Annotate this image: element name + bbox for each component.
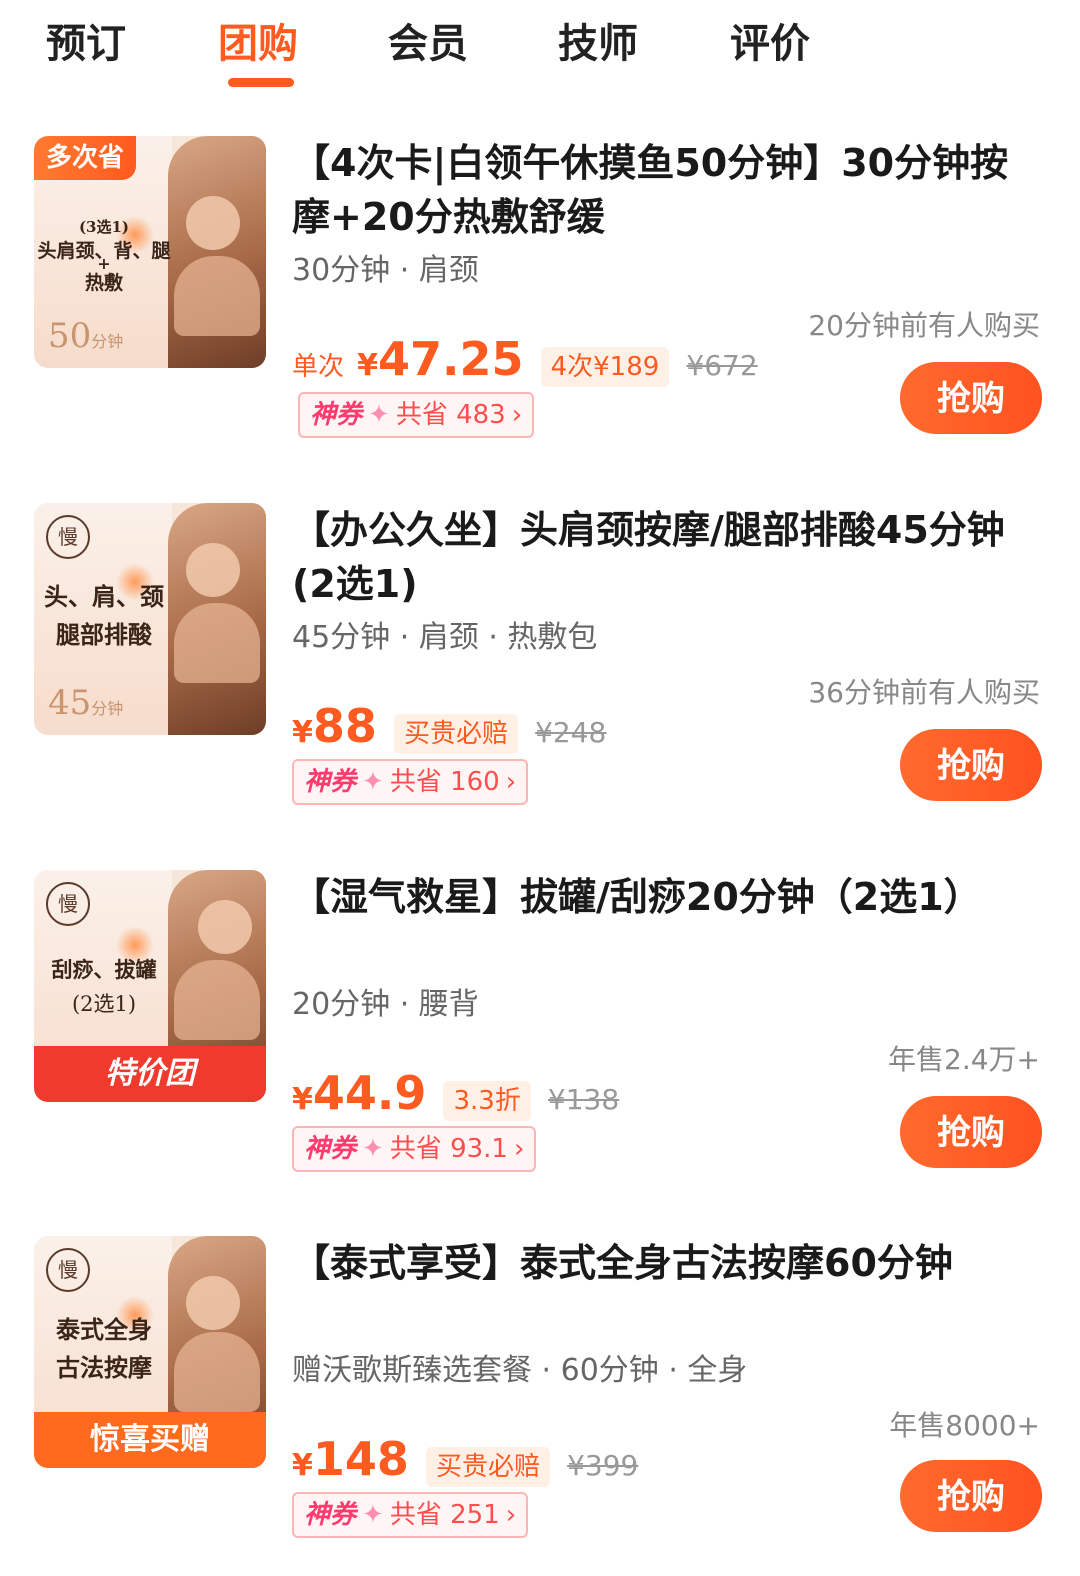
- coupon-badge[interactable]: 神券 ✦ 共省 93.1 ›: [292, 1126, 537, 1172]
- price-tag: 4次¥189: [540, 347, 670, 387]
- deal-card[interactable]: 慢 泰式全身 古法按摩 惊喜买赠 【泰式享受】泰式全身古法按摩60分钟 赠沃歌斯…: [0, 1236, 1080, 1576]
- chevron-right-icon: ›: [513, 1134, 525, 1164]
- thumb-caption: 刮痧、拔罐: [51, 957, 157, 982]
- buy-button[interactable]: 抢购: [900, 1096, 1042, 1168]
- current-price: ¥88: [292, 699, 377, 753]
- sparkle-icon: ✦: [362, 1500, 384, 1530]
- discount-tag: 3.3折: [443, 1081, 531, 1121]
- sparkle-icon: ✦: [362, 1134, 384, 1164]
- deal-thumbnail: 多次省 (3选1) 头肩颈、背、腿 + 热敷 50分钟: [34, 136, 266, 368]
- coupon-savings: 共省 483: [395, 400, 506, 430]
- chevron-right-icon: ›: [505, 767, 517, 797]
- deal-thumbnail: 慢 泰式全身 古法按摩 惊喜买赠: [34, 1236, 266, 1468]
- tab-bar: 预订 团购 会员 技师 评价: [0, 0, 1080, 100]
- deal-title[interactable]: 【办公久坐】头肩颈按摩/腿部排酸45分钟(2选1): [292, 503, 1032, 611]
- deal-title[interactable]: 【湿气救星】拔罐/刮痧20分钟（2选1）: [292, 870, 1032, 924]
- tab-membership[interactable]: 会员: [388, 18, 468, 70]
- buy-button[interactable]: 抢购: [900, 1460, 1042, 1532]
- original-price: ¥399: [567, 1449, 639, 1482]
- deal-thumbnail: 慢 头、肩、颈 腿部排酸 45分钟: [34, 503, 266, 735]
- sparkle-icon: ✦: [368, 400, 390, 430]
- brand-logo: 慢: [46, 1248, 90, 1292]
- deal-subtitle: 20分钟 · 腰背: [292, 987, 479, 1022]
- current-price: ¥148: [292, 1432, 409, 1486]
- price-row: ¥148 买贵必赔 ¥399: [292, 1432, 638, 1488]
- deal-card[interactable]: 慢 头、肩、颈 腿部排酸 45分钟 【办公久坐】头肩颈按摩/腿部排酸45分钟(2…: [0, 503, 1080, 843]
- recent-purchase-text: 20分钟前有人购买: [808, 309, 1040, 342]
- thumb-caption: 头、肩、颈: [44, 582, 164, 611]
- sparkle-icon: ✦: [362, 767, 384, 797]
- massage-photo: [168, 503, 266, 735]
- price-row: 单次 ¥47.25 4次¥189 ¥672: [292, 332, 758, 388]
- buy-button[interactable]: 抢购: [900, 729, 1042, 801]
- deal-card[interactable]: 多次省 (3选1) 头肩颈、背、腿 + 热敷 50分钟 【4次卡|白领午休摸鱼5…: [0, 136, 1080, 476]
- original-price: ¥672: [686, 349, 758, 382]
- coupon-savings: 共省 251: [389, 1500, 500, 1530]
- coupon-label: 神券: [304, 1500, 357, 1530]
- coupon-label: 神券: [304, 767, 357, 797]
- deal-title[interactable]: 【4次卡|白领午休摸鱼50分钟】30分钟按摩+20分热敷舒缓: [292, 136, 1032, 244]
- deal-card[interactable]: 慢 刮痧、拔罐 (2选1) 特价团 【湿气救星】拔罐/刮痧20分钟（2选1） 2…: [0, 870, 1080, 1210]
- thumb-caption: 热敷: [84, 272, 123, 294]
- coupon-badge[interactable]: 神券 ✦ 共省 160 ›: [292, 759, 529, 805]
- thumb-caption: 泰式全身: [56, 1315, 152, 1344]
- thumb-caption: 古法按摩: [56, 1353, 152, 1382]
- deal-title[interactable]: 【泰式享受】泰式全身古法按摩60分钟: [292, 1236, 1032, 1290]
- brand-logo: 慢: [46, 515, 90, 559]
- current-price: ¥44.9: [292, 1066, 427, 1120]
- recent-purchase-text: 36分钟前有人购买: [808, 676, 1040, 709]
- thumb-caption: (2选1): [71, 992, 137, 1016]
- tab-reviews[interactable]: 评价: [730, 18, 810, 70]
- coupon-savings: 共省 93.1: [389, 1134, 508, 1164]
- buy-button[interactable]: 抢购: [900, 362, 1042, 434]
- coupon-label: 神券: [304, 1134, 357, 1164]
- active-tab-indicator: [228, 78, 294, 87]
- coupon-badge[interactable]: 神券 ✦ 共省 251 ›: [292, 1492, 529, 1538]
- deal-subtitle: 45分钟 · 肩颈 · 热敷包: [292, 620, 598, 655]
- brand-logo: 慢: [46, 882, 90, 926]
- tab-group-buy[interactable]: 团购: [218, 18, 298, 70]
- thumb-caption: (3选1): [78, 218, 130, 236]
- current-price: ¥47.25: [357, 332, 524, 386]
- special-group-banner: 特价团: [34, 1046, 266, 1102]
- deal-subtitle: 赠沃歌斯臻选套餐 · 60分钟 · 全身: [292, 1353, 748, 1388]
- thumb-caption: 腿部排酸: [56, 620, 152, 649]
- gift-promo-banner: 惊喜买赠: [34, 1412, 266, 1468]
- price-tag: 买贵必赔: [426, 1447, 551, 1487]
- chevron-right-icon: ›: [511, 400, 523, 430]
- price-row: ¥88 买贵必赔 ¥248: [292, 699, 606, 755]
- annual-sales-text: 年售8000+: [889, 1409, 1040, 1442]
- massage-photo: [168, 136, 266, 368]
- price-row: ¥44.9 3.3折 ¥138: [292, 1066, 619, 1122]
- coupon-label: 神券: [310, 400, 363, 430]
- price-prefix: 单次: [292, 352, 345, 382]
- original-price: ¥248: [535, 716, 607, 749]
- multi-save-badge: 多次省: [34, 136, 137, 180]
- price-tag: 买贵必赔: [393, 714, 518, 754]
- tab-technicians[interactable]: 技师: [558, 18, 638, 70]
- thumb-duration: 45分钟: [48, 683, 124, 723]
- coupon-savings: 共省 160: [389, 767, 500, 797]
- chevron-right-icon: ›: [505, 1500, 517, 1530]
- original-price: ¥138: [547, 1083, 620, 1116]
- deal-subtitle: 30分钟 · 肩颈: [292, 253, 479, 288]
- deal-thumbnail: 慢 刮痧、拔罐 (2选1) 特价团: [34, 870, 266, 1102]
- coupon-badge[interactable]: 神券 ✦ 共省 483 ›: [298, 392, 535, 438]
- thumb-duration: 50分钟: [48, 316, 124, 356]
- annual-sales-text: 年售2.4万+: [888, 1043, 1040, 1076]
- tab-booking[interactable]: 预订: [46, 18, 126, 70]
